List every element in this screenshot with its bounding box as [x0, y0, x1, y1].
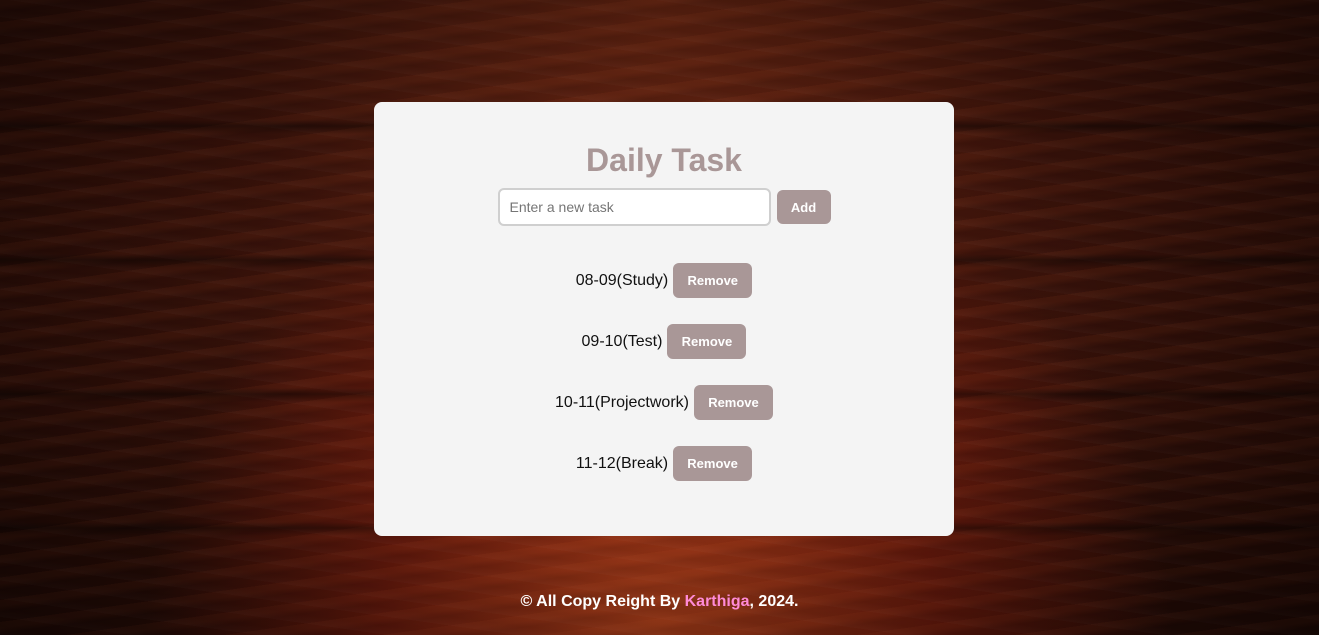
add-button[interactable]: Add [776, 190, 831, 224]
task-text: 08-09(Study) [575, 271, 669, 289]
footer-copyright: © All Copy Reight By Karthiga, 2024. [0, 593, 1319, 611]
task-card: Daily Task Add 08-09(Study) Remove 09-10… [374, 102, 954, 536]
task-text: 10-11(Projectwork) [555, 393, 689, 411]
task-list: 08-09(Study) Remove 09-10(Test) Remove 1… [374, 263, 954, 481]
task-item: 09-10(Test) Remove [374, 324, 954, 359]
task-input-row: Add [374, 188, 954, 226]
footer-prefix: © All Copy Reight By [520, 593, 685, 610]
page-title: Daily Task [586, 142, 742, 178]
remove-button[interactable]: Remove [667, 324, 747, 359]
task-item: 10-11(Projectwork) Remove [374, 385, 954, 420]
footer-author: Karthiga [684, 593, 750, 610]
task-text: 11-12(Break) [575, 454, 669, 472]
remove-button[interactable]: Remove [673, 446, 753, 481]
task-item: 11-12(Break) Remove [374, 446, 954, 481]
footer-suffix: , 2024. [749, 593, 799, 610]
remove-button[interactable]: Remove [693, 385, 773, 420]
task-input[interactable] [497, 188, 771, 226]
task-item: 08-09(Study) Remove [374, 263, 954, 298]
remove-button[interactable]: Remove [673, 263, 753, 298]
task-text: 09-10(Test) [581, 332, 663, 350]
